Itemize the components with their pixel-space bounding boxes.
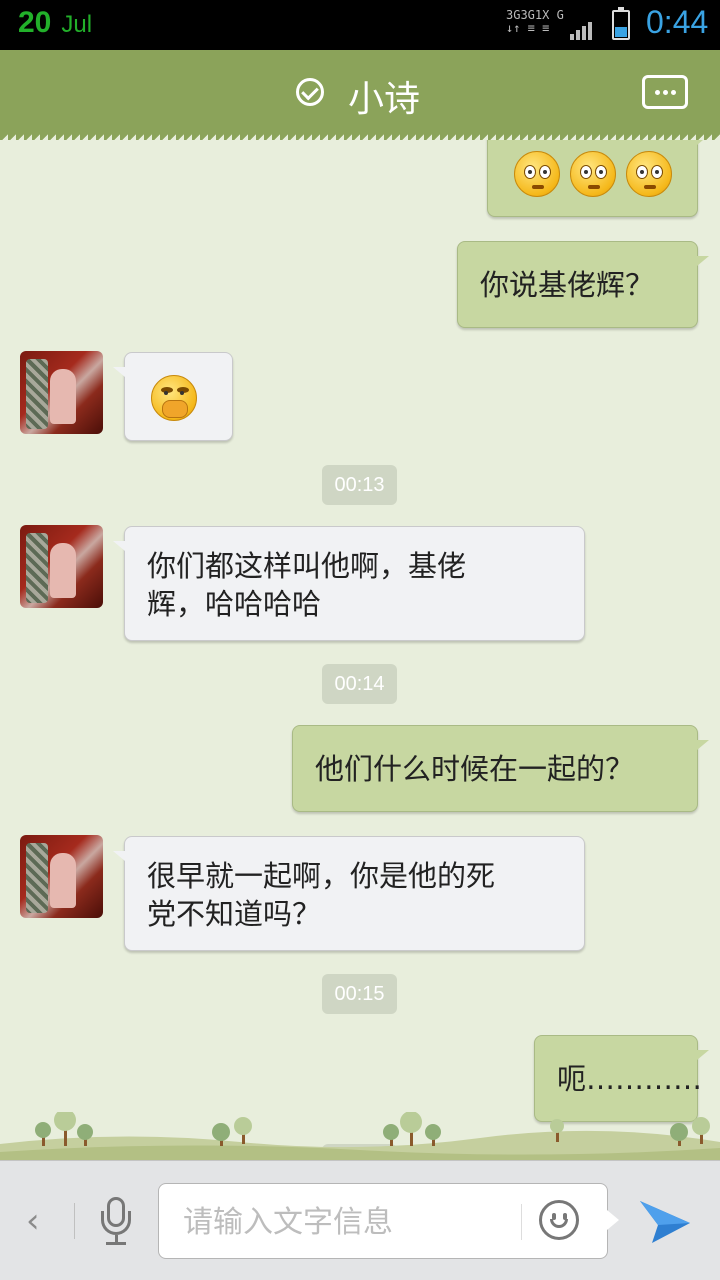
- chat-more-icon[interactable]: [642, 75, 688, 109]
- timestamp: 00:15: [322, 974, 397, 1014]
- signal-icon: [570, 20, 598, 40]
- chevron-left-icon[interactable]: ‹: [26, 1201, 40, 1241]
- check-circle-icon: [296, 78, 324, 106]
- shocked-emoji: [514, 151, 560, 197]
- message-text-line: 你们都这样叫他啊，基佬: [147, 549, 467, 583]
- message-input[interactable]: [181, 1198, 515, 1246]
- chat-header: 小诗: [0, 50, 720, 140]
- message-bubble-incoming[interactable]: 你们都这样叫他啊，基佬 辉，哈哈哈哈: [113, 526, 585, 641]
- status-time: 0:44: [646, 4, 709, 40]
- landscape-decoration: [0, 1112, 720, 1162]
- input-bar: ‹: [0, 1160, 720, 1280]
- divider: [74, 1203, 75, 1239]
- message-bubble-outgoing[interactable]: [487, 140, 709, 217]
- message-bubble-outgoing[interactable]: 他们什么时候在一起的？: [292, 725, 709, 812]
- shocked-emoji: [626, 151, 672, 197]
- divider: [521, 1204, 522, 1240]
- avatar[interactable]: [20, 525, 103, 608]
- message-list[interactable]: 你说基佬辉？ 00:13 你们都这样叫他啊，基佬 辉，哈哈哈哈 00:14 他们…: [0, 140, 720, 1160]
- message-text: 他们什么时候在一起的？: [315, 752, 635, 786]
- message-bubble-incoming[interactable]: 很早就一起啊，你是他的死 党不知道吗？: [113, 836, 585, 951]
- status-bar: 20Jul 3G​3G​1X G ↓↑ ≡ ≡ 0:44: [0, 0, 720, 50]
- send-icon[interactable]: [638, 1197, 692, 1247]
- message-bubble-outgoing[interactable]: 你说基佬辉？: [457, 241, 709, 328]
- microphone-icon[interactable]: [98, 1197, 134, 1247]
- message-text: 呃…………: [557, 1062, 703, 1096]
- message-input-field[interactable]: [158, 1183, 619, 1259]
- message-bubble-outgoing[interactable]: 呃…………: [534, 1035, 709, 1122]
- message-text-line: 很早就一起啊，你是他的死: [147, 859, 496, 893]
- message-text: 你说基佬辉？: [480, 268, 655, 302]
- avatar[interactable]: [20, 351, 103, 434]
- avatar[interactable]: [20, 835, 103, 918]
- network-indicators: 3G​3G​1X G ↓↑ ≡ ≡: [506, 8, 564, 35]
- status-date: 20 Jul: [18, 6, 93, 39]
- message-text-line: 辉，哈哈哈哈: [147, 587, 322, 621]
- message-bubble-incoming[interactable]: [113, 352, 233, 441]
- covering-mouth-emoji: [151, 375, 197, 421]
- contact-name: 小诗: [348, 79, 421, 120]
- shocked-emoji: [570, 151, 616, 197]
- timestamp: 00:14: [322, 664, 397, 704]
- battery-icon: [612, 7, 630, 40]
- message-text-line: 党不知道吗？: [147, 897, 322, 931]
- timestamp: 00:13: [322, 465, 397, 505]
- smiley-icon[interactable]: [539, 1200, 579, 1240]
